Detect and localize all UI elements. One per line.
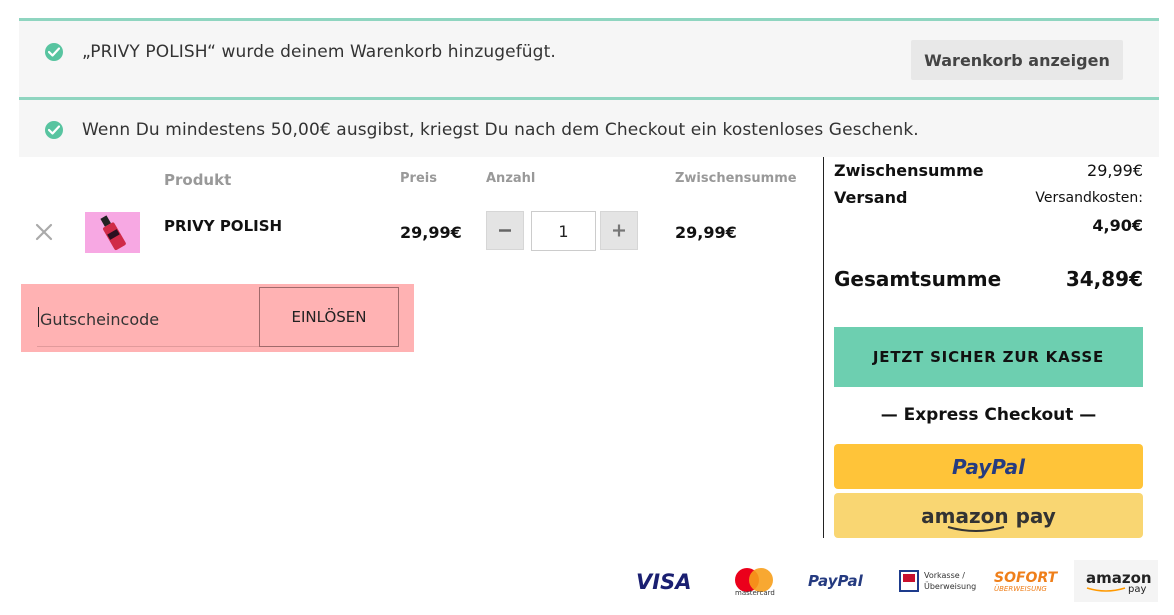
check-circle-icon: [45, 43, 63, 61]
coupon-underline: [37, 346, 259, 347]
amazon-pay-button[interactable]: amazon pay: [834, 493, 1143, 538]
mastercard-logo: mastercard: [729, 560, 777, 602]
header-subtotal: Zwischensumme: [675, 171, 797, 186]
column-divider: [823, 157, 824, 538]
gift-notice: Wenn Du mindestens 50,00€ ausgibst, krie…: [19, 97, 1159, 157]
notice-message: „PRIVY POLISH“ wurde deinem Warenkorb hi…: [82, 42, 556, 62]
product-name-link[interactable]: PRIVY POLISH: [164, 217, 282, 235]
proceed-to-checkout-button[interactable]: JETZT SICHER ZUR KASSE: [834, 327, 1143, 387]
paypal-logo: PayPal: [951, 454, 1026, 479]
quantity-increase-button[interactable]: [600, 211, 638, 250]
check-circle-icon: [45, 121, 63, 139]
item-subtotal: 29,99€: [675, 223, 737, 242]
summary-subtotal-value: 29,99€: [1087, 161, 1143, 180]
shipping-method-text: Versandkosten:: [1035, 190, 1143, 206]
remove-item-icon[interactable]: [33, 221, 55, 243]
amazon-smile-icon: [947, 526, 1005, 532]
total-label: Gesamtsumme: [834, 267, 1002, 291]
cart-added-notice: „PRIVY POLISH“ wurde deinem Warenkorb hi…: [19, 18, 1159, 98]
header-product: Produkt: [164, 171, 232, 189]
express-checkout-heading: — Express Checkout —: [880, 405, 1097, 425]
summary-subtotal-label: Zwischensumme: [834, 161, 984, 180]
paypal-express-button[interactable]: PayPal: [834, 444, 1143, 489]
summary-shipping-label: Versand: [834, 188, 908, 207]
visa-logo: VISA: [636, 570, 692, 594]
header-price: Preis: [400, 171, 437, 186]
notice-message: Wenn Du mindestens 50,00€ ausgibst, krie…: [82, 120, 919, 140]
ec-icon: [899, 570, 919, 592]
quantity-decrease-button[interactable]: [486, 211, 524, 250]
view-cart-button[interactable]: Warenkorb anzeigen: [911, 40, 1123, 80]
amazon-pay-logo: amazon pay: [921, 503, 1056, 528]
shipping-cost: 4,90€: [1092, 216, 1143, 235]
paypal-payment-logo: PayPal: [808, 572, 863, 590]
amazon-pay-logo-small: amazon pay: [1074, 560, 1158, 602]
header-quantity: Anzahl: [486, 171, 536, 186]
sofort-logo: SOFORT ÜBERWEISUNG: [994, 570, 1058, 593]
item-price: 29,99€: [400, 223, 462, 242]
ec-transfer-logo: Vorkasse / Überweisung: [898, 560, 976, 602]
product-thumbnail[interactable]: [85, 212, 140, 253]
text-cursor: [38, 307, 39, 327]
coupon-code-input[interactable]: [38, 304, 260, 334]
quantity-input[interactable]: [531, 211, 596, 251]
total-value: 34,89€: [1065, 267, 1143, 291]
redeem-coupon-button[interactable]: EINLÖSEN: [259, 287, 399, 347]
